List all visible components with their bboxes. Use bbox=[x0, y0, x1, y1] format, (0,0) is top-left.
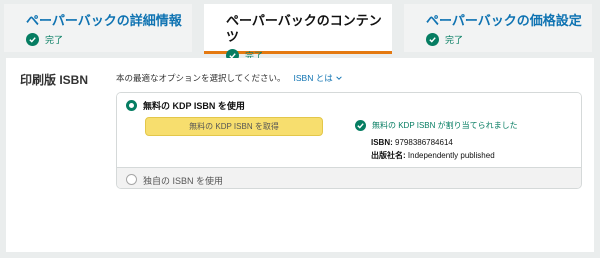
isbn-value: 9798386784614 bbox=[395, 138, 453, 147]
check-circle-icon bbox=[355, 120, 366, 131]
isbn-assigned-message: 無料の KDP ISBN が割り当てられました bbox=[355, 120, 518, 131]
isbn-number: ISBN: 9798386784614 bbox=[371, 138, 453, 147]
check-circle-icon bbox=[26, 33, 39, 46]
get-free-isbn-button[interactable]: 無料の KDP ISBN を取得 bbox=[145, 117, 323, 136]
tab-status-label: 完了 bbox=[45, 35, 64, 45]
radio-own-isbn[interactable] bbox=[126, 174, 137, 185]
assigned-text: 無料の KDP ISBN が割り当てられました bbox=[372, 121, 518, 130]
intro-label: 本の最適なオプションを選択してください。 bbox=[116, 73, 286, 83]
step-tabs: ペーパーバックの詳細情報 完了 ペーパーバックのコンテンツ 完了 ペーパーバック… bbox=[0, 0, 600, 62]
tab-title: ペーパーバックのコンテンツ bbox=[226, 13, 382, 44]
option-label: 無料の KDP ISBN を使用 bbox=[143, 101, 245, 111]
option-own-isbn[interactable]: 独自の ISBN を使用 bbox=[117, 167, 581, 188]
intro-text: 本の最適なオプションを選択してください。 ISBN とは bbox=[116, 72, 343, 84]
isbn-options: 無料の KDP ISBN を使用 無料の KDP ISBN を取得 無料の KD… bbox=[116, 92, 582, 189]
tab-status-label: 完了 bbox=[445, 35, 464, 45]
section-title: 印刷版 ISBN bbox=[20, 73, 89, 87]
isbn-label: ISBN: bbox=[371, 138, 393, 147]
chevron-down-icon bbox=[335, 76, 342, 80]
option-label: 独自の ISBN を使用 bbox=[143, 176, 224, 186]
check-circle-icon bbox=[426, 33, 439, 46]
isbn-help-link-label: ISBN とは bbox=[293, 73, 333, 83]
tab-paperback-pricing[interactable]: ペーパーバックの価格設定 完了 bbox=[404, 4, 592, 52]
isbn-panel: 印刷版 ISBN 本の最適なオプションを選択してください。 ISBN とは 無料… bbox=[6, 58, 594, 252]
radio-free-kdp-isbn[interactable] bbox=[126, 100, 137, 111]
tab-status: 完了 bbox=[426, 33, 592, 46]
tab-title: ペーパーバックの詳細情報 bbox=[26, 13, 182, 28]
option-free-kdp-isbn[interactable]: 無料の KDP ISBN を使用 無料の KDP ISBN を取得 無料の KD… bbox=[117, 93, 581, 167]
publisher-label: 出版社名: bbox=[371, 151, 406, 160]
publisher-name: 出版社名: Independently published bbox=[371, 150, 495, 161]
tab-title: ペーパーバックの価格設定 bbox=[426, 13, 582, 28]
tab-status: 完了 bbox=[26, 33, 192, 46]
isbn-help-link[interactable]: ISBN とは bbox=[294, 72, 343, 84]
tab-paperback-details[interactable]: ペーパーバックの詳細情報 完了 bbox=[4, 4, 192, 52]
tab-paperback-content[interactable]: ペーパーバックのコンテンツ 完了 bbox=[204, 4, 392, 62]
publisher-value: Independently published bbox=[407, 151, 495, 160]
